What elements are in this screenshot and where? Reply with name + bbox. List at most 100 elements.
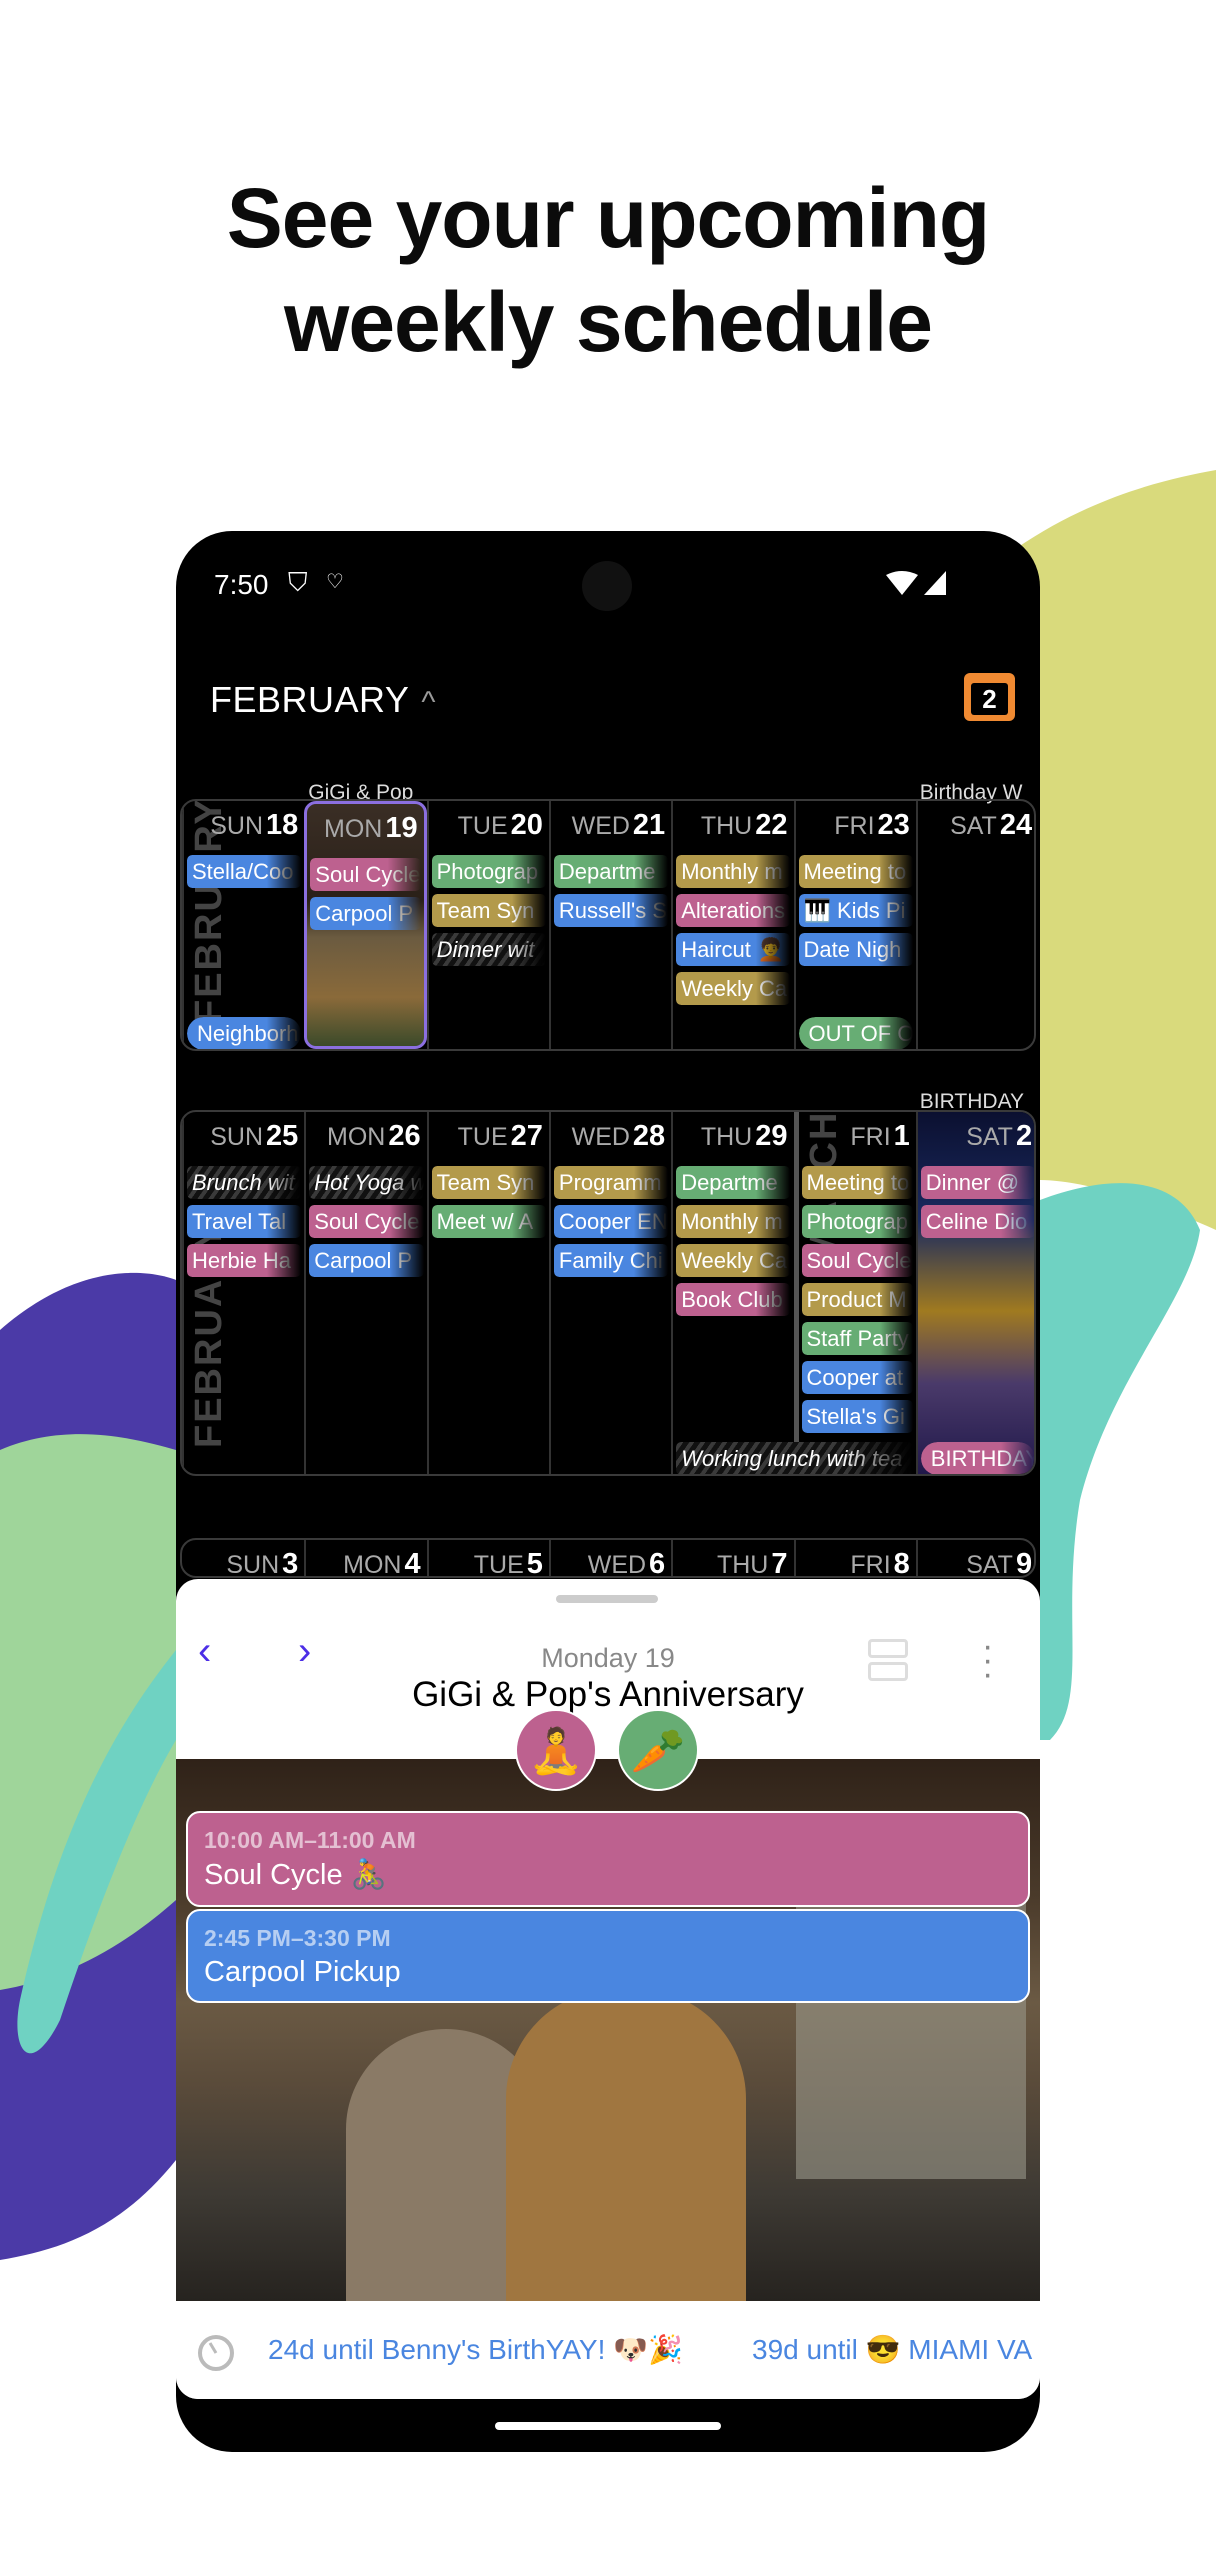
day-header: SUN 3 [226, 1548, 298, 1576]
event-chip[interactable]: Weekly Ca [676, 1244, 791, 1277]
day-header: SUN 18 [210, 809, 298, 842]
day-number: 25 [266, 1120, 299, 1152]
day-cell-sat-2[interactable]: SAT 2 Dinner @ Celine Dio BIRTHDAY [915, 1112, 1034, 1474]
day-cell-sun-18[interactable]: SUN 18 Stella/Coo Neighborh [182, 801, 304, 1049]
weekday-name: MON [327, 1123, 386, 1151]
event-chip[interactable]: Stella/Coo [187, 855, 302, 888]
event-chip[interactable]: Meet w/ A [431, 1205, 546, 1238]
event-chip[interactable]: Neighborh [187, 1017, 302, 1049]
event-chip[interactable]: Hot Yoga w [309, 1166, 424, 1199]
carrot-icon[interactable]: 🥕 [617, 1709, 699, 1791]
countdown-item[interactable]: 24d until Benny's BirthYAY! 🐶🎉 [268, 2333, 683, 2366]
event-chip[interactable]: Soul Cycle [310, 858, 421, 891]
event-name: Carpool Pickup [204, 1956, 401, 1988]
day-cell-mon-26[interactable]: MON 26 Hot Yoga w Soul Cycle Carpool P [304, 1112, 426, 1474]
event-chip[interactable]: Photograp [431, 855, 546, 888]
headline-line-1: See your upcoming [226, 171, 990, 265]
event-card-soul-cycle[interactable]: 10:00 AM–11:00 AM Soul Cycle 🚴 [186, 1811, 1030, 1907]
day-cell-tue-20[interactable]: TUE 20 Photograp Team Syn Dinner wit [426, 801, 549, 1049]
event-chip[interactable]: Dinner wit [431, 933, 546, 966]
day-detail-sheet: ‹ › Monday 19 GiGi & Pop's Anniversary ·… [176, 1579, 1040, 2399]
event-chip[interactable]: Brunch wit [187, 1166, 302, 1199]
day-cell-fri-23[interactable]: FRI 23 Meeting to 🎹 Kids Pi Date Nigh OUT OF … [793, 801, 916, 1049]
day-cell-sat-9[interactable]: SAT 9 [915, 1540, 1034, 1576]
day-header: THU 7 [717, 1548, 788, 1578]
day-cell-sun-25[interactable]: SUN 25 Brunch wit Travel Tal Herbie Ha [182, 1112, 304, 1474]
event-chip[interactable]: Herbie Ha [187, 1244, 302, 1277]
day-cell-mon-19[interactable]: MON 19 Soul Cycle Carpool P [304, 801, 427, 1049]
weekday-name: SAT [950, 812, 997, 840]
event-chip[interactable]: Russell's S [553, 894, 669, 927]
camera-cutout [582, 561, 632, 611]
day-number: 1 [893, 1120, 910, 1152]
day-header: WED 6 [588, 1548, 666, 1578]
event-chip[interactable]: Carpool P [310, 897, 421, 930]
event-card-carpool[interactable]: 2:45 PM–3:30 PM Carpool Pickup [186, 1909, 1030, 2003]
day-number: 6 [649, 1548, 666, 1578]
event-chip[interactable]: Monthly m [676, 1205, 791, 1238]
day-header: WED 21 [572, 809, 666, 842]
home-indicator[interactable] [495, 2422, 721, 2430]
event-chip[interactable]: Dinner @ [920, 1166, 1034, 1199]
event-chip[interactable]: Staff Party [801, 1322, 913, 1355]
day-cell-wed-6[interactable]: WED 6 [548, 1540, 671, 1578]
event-chip[interactable]: Product M [801, 1283, 913, 1316]
day-header: FRI 8 [850, 1548, 909, 1576]
countdown-item[interactable]: 39d until 😎 MIAMI VA [752, 2333, 1032, 2366]
event-chip[interactable]: Photograp [801, 1205, 913, 1238]
event-chip[interactable]: Stella's Gi [801, 1400, 913, 1433]
day-cell-sat-24[interactable]: SAT 24 [915, 801, 1034, 1049]
event-chip[interactable]: Soul Cycle [801, 1244, 913, 1277]
weekday-name: TUE [473, 1551, 524, 1578]
drag-handle[interactable] [556, 1595, 658, 1603]
day-cell-sun-3[interactable]: SUN 3 [182, 1540, 304, 1576]
today-button[interactable]: 2 [964, 673, 1015, 721]
event-chip[interactable]: Departme [553, 855, 669, 888]
event-chip[interactable]: Meeting to [801, 1166, 913, 1199]
event-chip[interactable]: Cooper at [801, 1361, 913, 1394]
event-chip[interactable]: OUT OF O [798, 1017, 913, 1049]
day-header: SAT 9 [966, 1548, 1032, 1576]
day-cell-wed-21[interactable]: WED 21 Departme Russell's S [548, 801, 671, 1049]
day-number: 7 [771, 1548, 788, 1578]
event-chip[interactable]: Alterations [676, 894, 791, 927]
yoga-icon[interactable]: 🧘 [515, 1709, 597, 1791]
calendar-today-icon: 2 [971, 683, 1008, 715]
event-chip[interactable]: Meeting to [798, 855, 913, 888]
event-chip[interactable]: Programm [553, 1166, 669, 1199]
event-chip[interactable]: 🎹 Kids Pi [798, 894, 913, 927]
day-cell-fri-1[interactable]: MARCHFRI1Meeting toPhotograpSoul CyclePr… [793, 1112, 916, 1474]
event-chip[interactable]: Carpool P [309, 1244, 424, 1277]
event-chip[interactable]: Date Nigh [798, 933, 913, 966]
day-number: 27 [510, 1120, 543, 1152]
event-time: 2:45 PM–3:30 PM [204, 1925, 391, 1951]
day-header: FRI 1 [850, 1120, 909, 1153]
event-chip[interactable]: Celine Dio [920, 1205, 1034, 1238]
day-header: FRI 23 [834, 809, 910, 842]
event-chip[interactable]: Family Chi [553, 1244, 669, 1277]
month-selector[interactable]: FEBRUARY ^ [210, 679, 436, 721]
event-chip[interactable]: Team Syn [431, 894, 546, 927]
view-toggle-icon[interactable] [868, 1639, 908, 1683]
day-cell-thu-7[interactable]: THU 7 [671, 1540, 793, 1576]
day-cell-tue-5[interactable]: TUE 5 [426, 1540, 549, 1578]
event-chip[interactable]: Travel Tal [187, 1205, 302, 1238]
day-header: MON 4 [343, 1548, 420, 1576]
event-chip[interactable]: Weekly Ca [676, 972, 791, 1005]
event-chip[interactable]: Monthly m [676, 855, 791, 888]
event-chip[interactable]: Haircut 🧑‍🦱 [676, 933, 791, 966]
event-chip[interactable]: Team Syn [431, 1166, 546, 1199]
day-cell-tue-27[interactable]: TUE 27 Team Syn Meet w/ A [426, 1112, 549, 1474]
event-chip[interactable]: BIRTHDAY [920, 1442, 1034, 1474]
day-cell-thu-22[interactable]: THU 22 Monthly m Alterations Haircut 🧑‍🦱 Week… [671, 801, 793, 1049]
event-chip[interactable]: Book Club [676, 1283, 791, 1316]
day-cell-fri-8[interactable]: FRI 8 [793, 1540, 916, 1576]
event-chip[interactable]: Soul Cycle [309, 1205, 424, 1238]
day-cell-thu-29[interactable]: THU 29 Departme Monthly m Weekly Ca Book Club… [671, 1112, 913, 1474]
event-chip[interactable]: Working lunch with tea [676, 1442, 913, 1474]
day-cell-wed-28[interactable]: WED 28 Programm Cooper EN Family Chi [548, 1112, 671, 1474]
more-options-icon[interactable]: · · · [982, 1629, 993, 1691]
day-cell-mon-4[interactable]: MON 4 [304, 1540, 426, 1576]
event-chip[interactable]: Departme [676, 1166, 791, 1199]
event-chip[interactable]: Cooper EN [553, 1205, 669, 1238]
